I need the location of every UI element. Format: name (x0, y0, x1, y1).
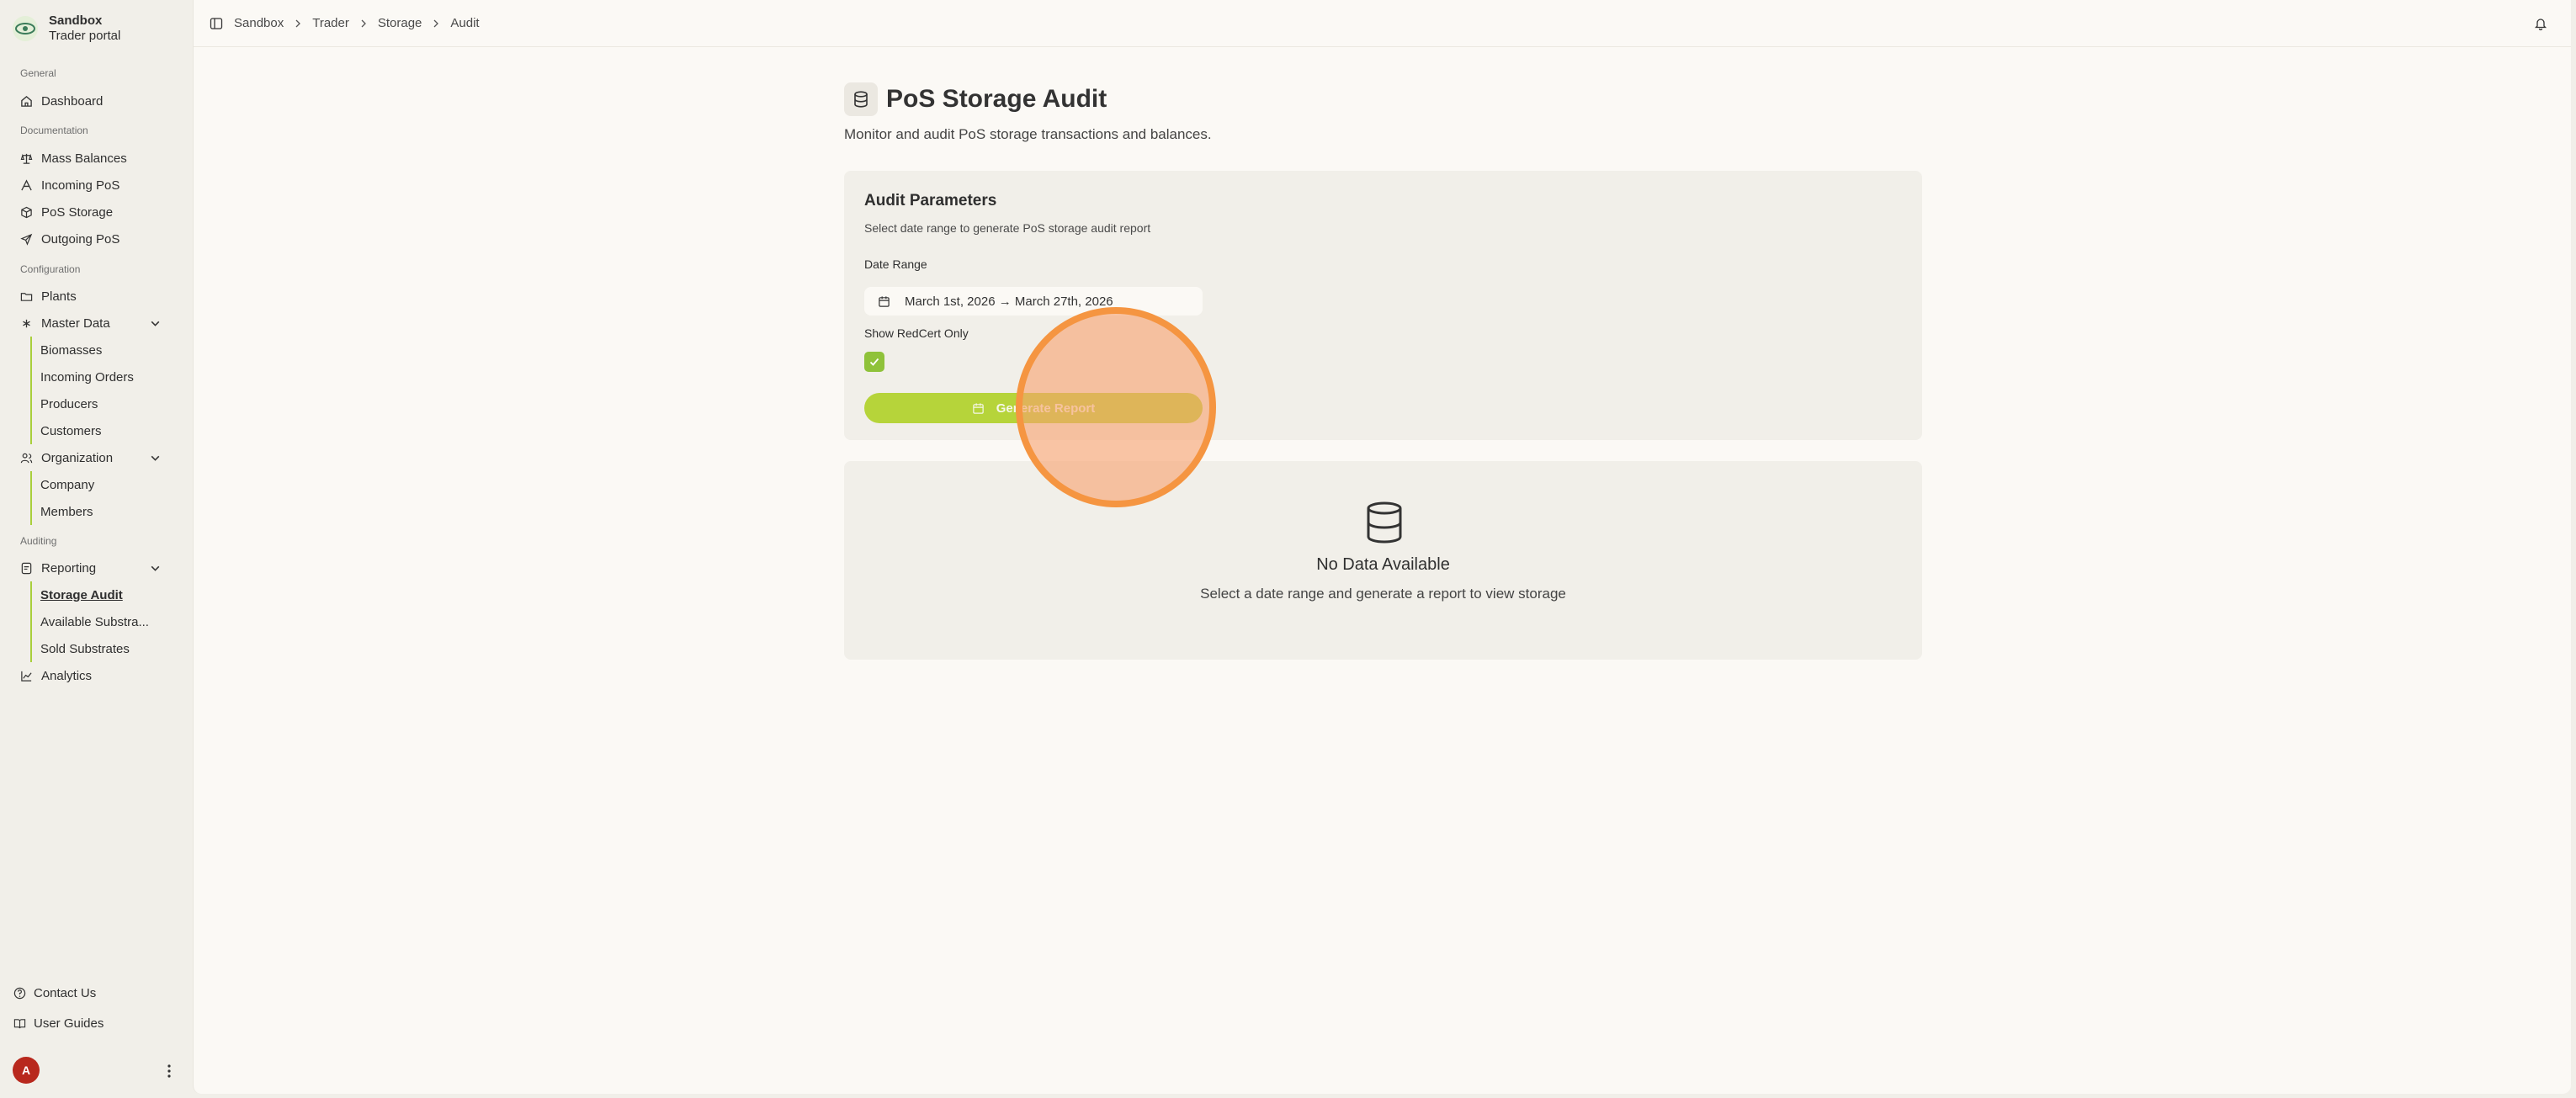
sidebar-subitem-customers[interactable]: Customers (40, 421, 150, 441)
scale-icon (20, 153, 33, 164)
date-range-picker[interactable]: March 1st, 2026 → March 27th, 2026 (864, 287, 1203, 316)
brand-logo-icon (13, 16, 38, 41)
submenu-line (30, 471, 32, 525)
sidebar-item-label: Organization (41, 450, 114, 465)
chevron-down-icon[interactable] (149, 562, 162, 575)
group-label-documentation: Documentation (20, 125, 88, 136)
sidebar-item-label: Plants (41, 289, 77, 304)
sidebar-item-reporting[interactable]: Reporting (20, 558, 180, 578)
topbar: Sandbox Trader Storage Audit (194, 0, 2571, 47)
audit-parameters-card: Audit Parameters Select date range to ge… (844, 171, 1922, 440)
date-range-label: Date Range (864, 257, 927, 271)
chevron-down-icon[interactable] (149, 317, 162, 330)
empty-state-description: Select a date range and generate a repor… (1200, 586, 1566, 602)
sidebar-subitem-producers[interactable]: Producers (40, 394, 150, 414)
empty-state-title: No Data Available (1316, 555, 1450, 574)
app-window: Sandbox Trader portal General Dashboard … (0, 0, 2576, 1098)
sidebar-subitem-available-substrates[interactable]: Available Substra... (40, 612, 150, 632)
brand-name: Sandbox (49, 13, 103, 28)
card-title: Audit Parameters (864, 192, 997, 210)
redcert-label: Show RedCert Only (864, 326, 969, 340)
chevron-right-icon (433, 19, 439, 27)
sidebar-item-pos-storage[interactable]: PoS Storage (20, 202, 180, 222)
bell-icon[interactable] (2534, 17, 2547, 30)
sidebar-item-organization[interactable]: Organization (20, 448, 180, 468)
sidebar-subitem-incoming-orders[interactable]: Incoming Orders (40, 367, 150, 387)
database-icon (854, 91, 868, 108)
chevron-right-icon (295, 19, 301, 27)
sidebar-subitem-company[interactable]: Company (40, 475, 150, 495)
sidebar-item-label: Outgoing PoS (41, 231, 120, 247)
sidebar: Sandbox Trader portal General Dashboard … (0, 0, 193, 1098)
page-title: PoS Storage Audit (886, 85, 1107, 113)
breadcrumb-item[interactable]: Sandbox (234, 16, 284, 30)
database-icon (1367, 501, 1402, 544)
main-panel: Sandbox Trader Storage Audit PoS Storage… (193, 0, 2571, 1094)
folder-icon (20, 292, 33, 301)
brand-subtitle: Trader portal (49, 29, 121, 43)
sidebar-subitem-sold-substrates[interactable]: Sold Substrates (40, 639, 150, 659)
sidebar-item-analytics[interactable]: Analytics (20, 666, 180, 686)
asterisk-icon (23, 319, 30, 327)
group-label-general: General (20, 67, 56, 79)
avatar[interactable]: A (13, 1057, 40, 1084)
group-label-auditing: Auditing (20, 535, 57, 547)
book-icon (13, 1018, 26, 1028)
user-guides-link[interactable]: User Guides (13, 1013, 104, 1033)
sidebar-item-label: Reporting (41, 560, 97, 576)
sidebar-item-mass-balances[interactable]: Mass Balances (20, 148, 180, 168)
contact-us-label: Contact Us (34, 985, 97, 1000)
users-icon (20, 453, 33, 463)
package-icon (21, 206, 32, 218)
sidebar-subitem-storage-audit[interactable]: Storage Audit (40, 585, 150, 605)
submenu-line (30, 581, 32, 662)
sidebar-item-incoming-pos[interactable]: Incoming PoS (20, 175, 180, 195)
click-indicator (1016, 307, 1216, 507)
sidebar-item-dashboard[interactable]: Dashboard (20, 91, 180, 111)
title-icon-box (844, 82, 878, 116)
sidebar-item-label: Incoming PoS (41, 178, 120, 193)
sidebar-item-plants[interactable]: Plants (20, 286, 180, 306)
sidebar-item-outgoing-pos[interactable]: Outgoing PoS (20, 229, 180, 249)
sidebar-item-master-data[interactable]: Master Data (20, 313, 180, 333)
incoming-icon (21, 178, 32, 190)
home-icon (21, 95, 32, 107)
sidebar-subitem-members[interactable]: Members (40, 501, 150, 522)
report-icon (21, 562, 32, 574)
send-icon (20, 233, 33, 246)
contact-us-link[interactable]: Contact Us (13, 983, 96, 1003)
sidebar-item-label: Mass Balances (41, 151, 127, 166)
sidebar-subitem-biomasses[interactable]: Biomasses (40, 340, 150, 360)
group-label-configuration: Configuration (20, 263, 81, 275)
breadcrumb-current: Audit (450, 16, 480, 30)
calendar-icon (972, 402, 984, 414)
breadcrumb-item[interactable]: Storage (378, 16, 422, 30)
sidebar-item-label: Analytics (41, 668, 93, 683)
check-icon (869, 358, 879, 366)
empty-state-card: No Data Available Select a date range an… (844, 461, 1922, 660)
page-header: PoS Storage Audit (844, 82, 1922, 116)
calendar-icon (879, 295, 890, 307)
breadcrumb-item[interactable]: Trader (312, 16, 349, 30)
chart-line-icon (21, 671, 32, 682)
redcert-checkbox[interactable] (864, 352, 884, 372)
page-description: Monitor and audit PoS storage transactio… (844, 126, 1212, 142)
help-circle-icon (13, 987, 26, 999)
chevron-right-icon (361, 19, 366, 27)
card-description: Select date range to generate PoS storag… (864, 221, 1151, 235)
more-vertical-icon[interactable] (165, 1064, 173, 1079)
user-guides-label: User Guides (34, 1016, 104, 1031)
breadcrumb: Sandbox Trader Storage Audit (234, 16, 480, 30)
sidebar-item-label: Dashboard (41, 93, 104, 109)
brand[interactable]: Sandbox Trader portal (12, 13, 120, 44)
sidebar-item-label: PoS Storage (41, 204, 114, 220)
sidebar-item-label: Master Data (41, 316, 110, 331)
submenu-line (30, 337, 32, 444)
sidebar-toggle-icon[interactable] (210, 17, 223, 30)
date-range-value: March 1st, 2026 → March 27th, 2026 (905, 294, 1113, 309)
chevron-down-icon[interactable] (149, 452, 162, 464)
content: PoS Storage Audit Monitor and audit PoS … (844, 82, 1922, 660)
